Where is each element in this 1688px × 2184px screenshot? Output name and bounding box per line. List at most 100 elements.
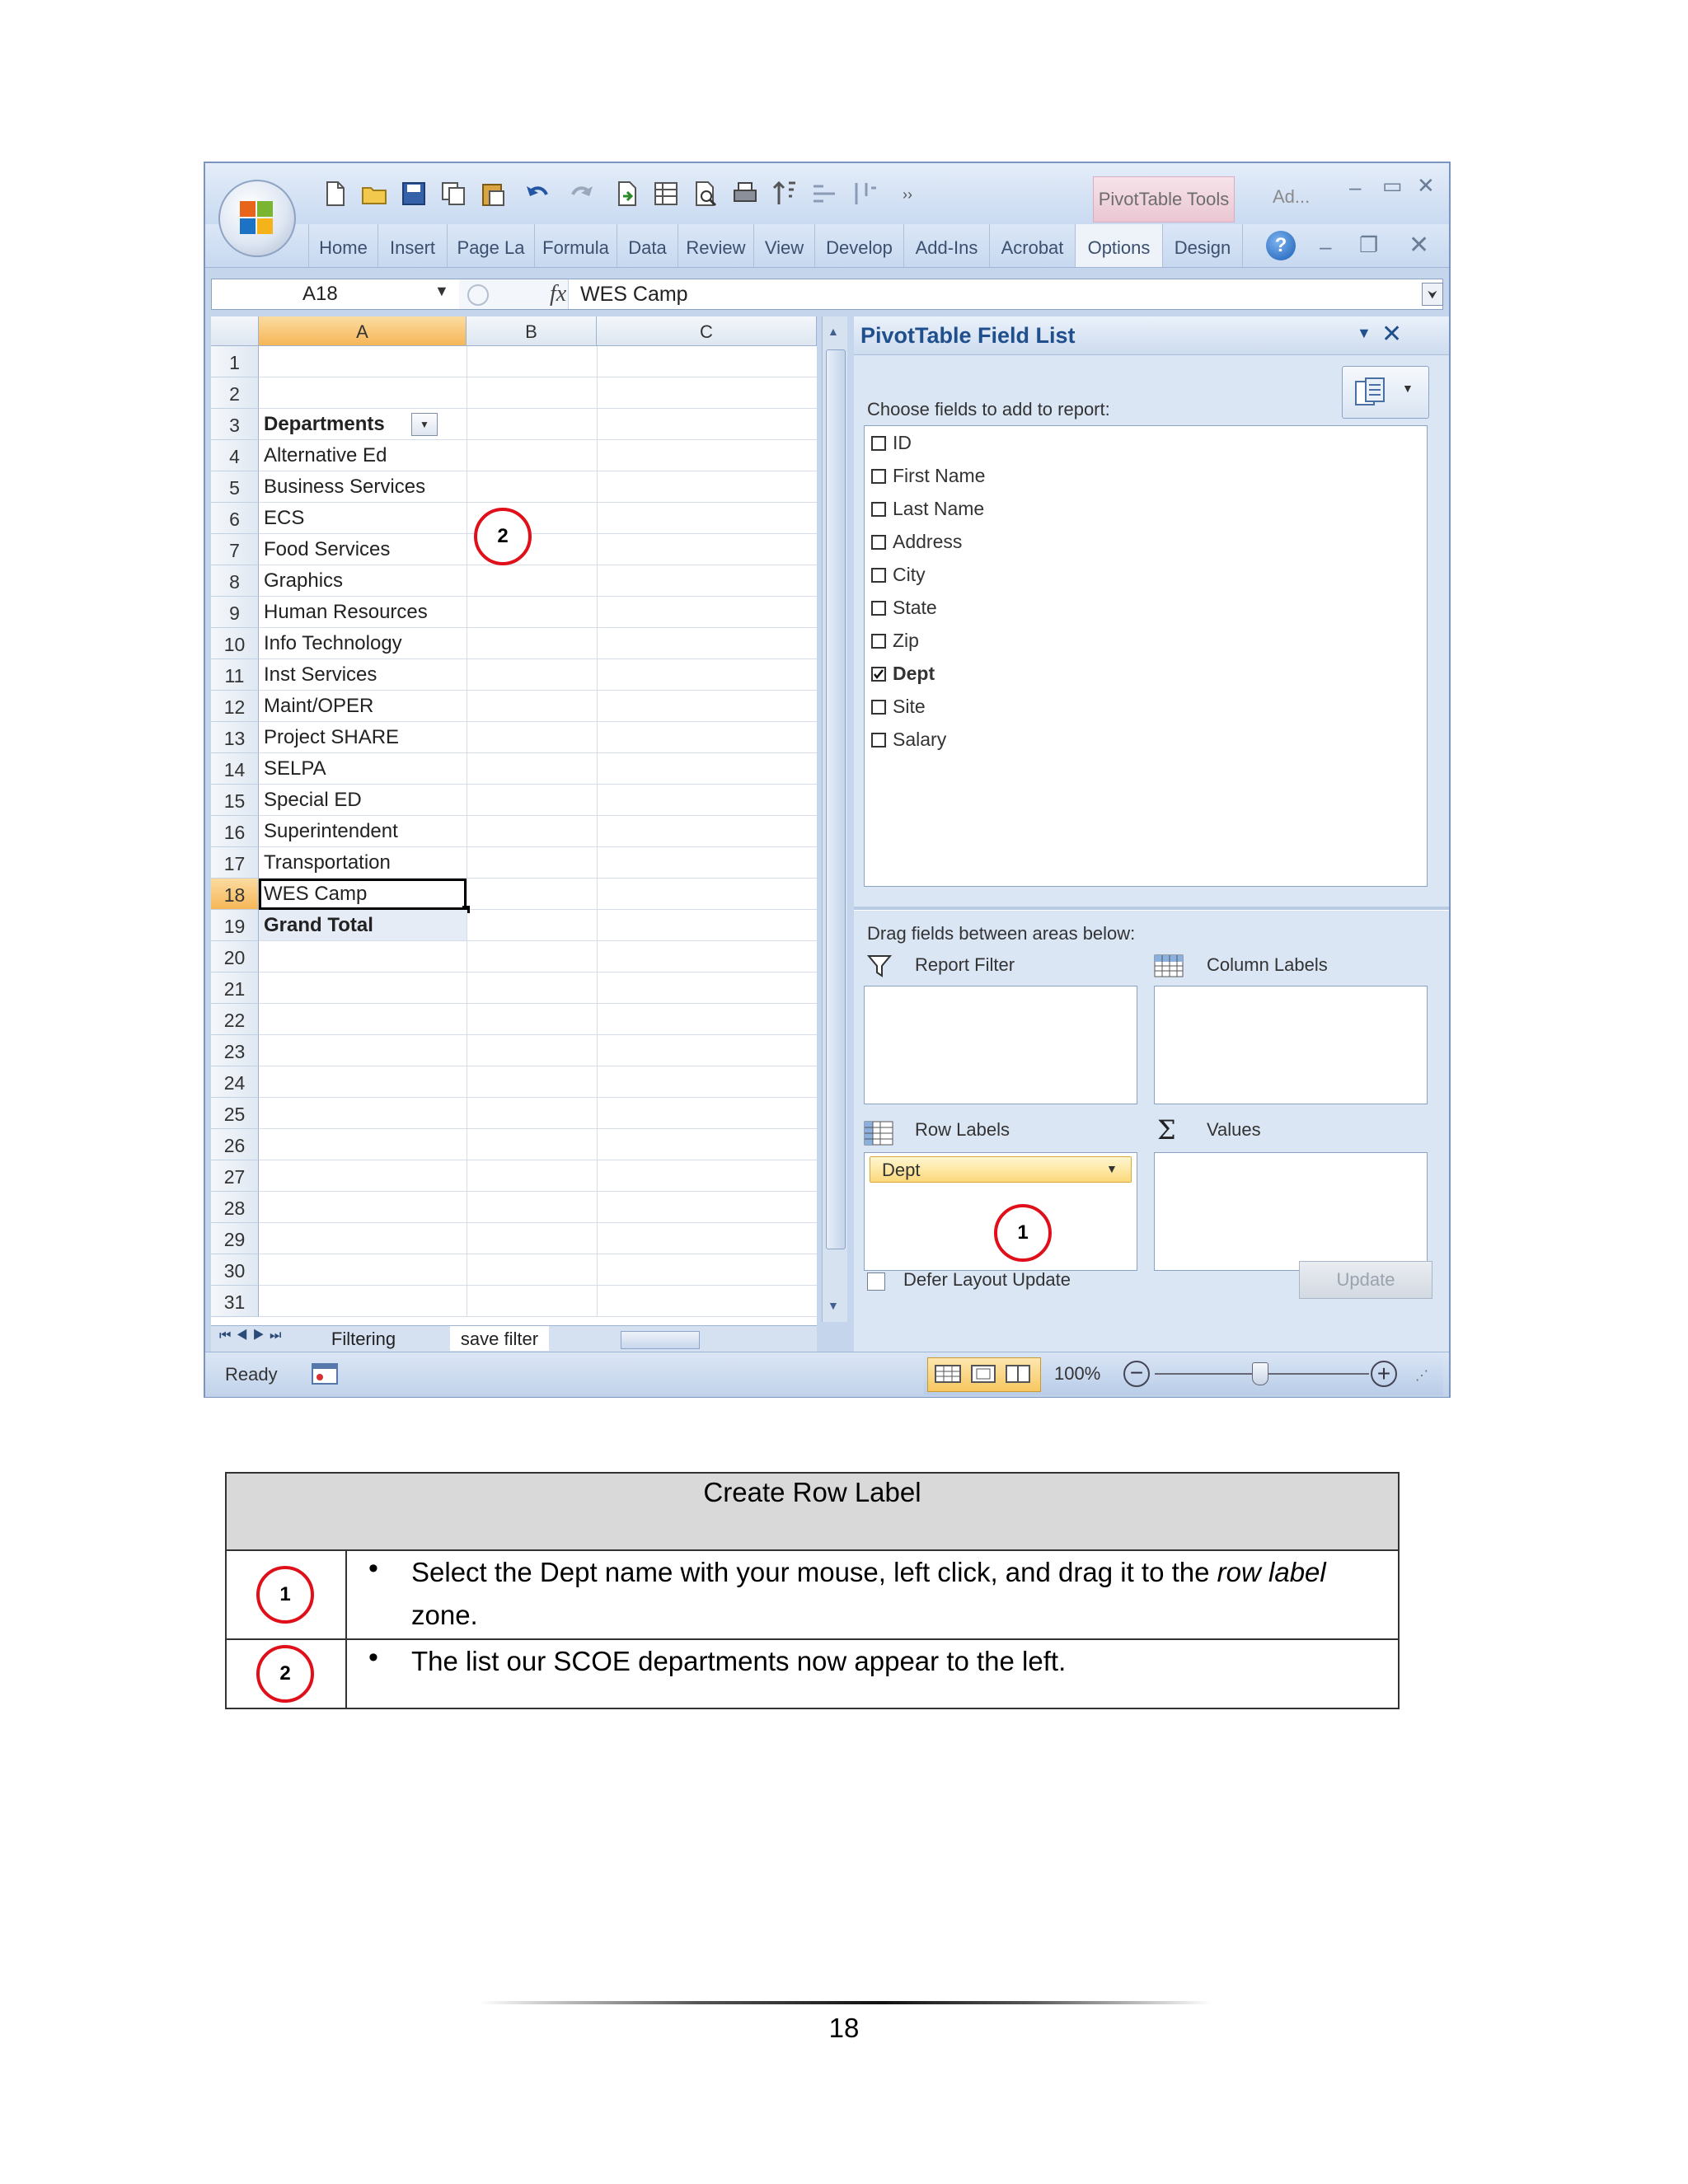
undo-icon[interactable] — [523, 180, 551, 208]
cell-b[interactable] — [467, 597, 598, 627]
cell-a[interactable] — [259, 1035, 467, 1066]
worksheet-grid[interactable]: A B C 1 2 3 Departments ▼ 4 Alternative Ed 5 Bus… — [211, 316, 817, 1330]
row-header[interactable]: 24 — [211, 1066, 259, 1098]
cell-b[interactable] — [467, 1254, 598, 1285]
cell-a[interactable] — [259, 1286, 467, 1316]
row-header[interactable]: 1 — [211, 346, 259, 377]
tab-options[interactable]: Options — [1075, 224, 1162, 267]
checkbox-icon[interactable] — [871, 700, 886, 715]
cell-b[interactable] — [467, 471, 598, 502]
row-header[interactable]: 12 — [211, 691, 259, 722]
cell-b[interactable] — [467, 753, 598, 784]
row-header[interactable]: 19 — [211, 910, 259, 941]
cell-a[interactable] — [259, 1254, 467, 1285]
paste-icon[interactable] — [479, 180, 507, 208]
cell-b[interactable] — [467, 409, 598, 439]
row-header[interactable]: 15 — [211, 785, 259, 816]
scroll-up-icon[interactable]: ▲ — [828, 325, 839, 338]
minimize-icon[interactable]: – — [1349, 175, 1361, 200]
cell-b[interactable] — [467, 1192, 598, 1222]
view-mode-icons[interactable] — [931, 1361, 1036, 1387]
cell-a[interactable]: Inst Services — [259, 659, 467, 690]
zoom-slider-thumb[interactable] — [1252, 1362, 1268, 1385]
row-header[interactable]: 29 — [211, 1223, 259, 1254]
cell-a[interactable]: Business Services — [259, 471, 467, 502]
row-header[interactable]: 16 — [211, 816, 259, 847]
cell-b[interactable] — [467, 377, 598, 408]
cell-b[interactable] — [467, 785, 598, 815]
row-header[interactable]: 8 — [211, 565, 259, 597]
tab-design[interactable]: Design — [1162, 224, 1243, 267]
cell-b[interactable] — [467, 941, 598, 972]
field-layout-button[interactable]: ▼ — [1342, 366, 1429, 419]
cell-b[interactable] — [467, 879, 598, 909]
row-header[interactable]: 10 — [211, 628, 259, 659]
cell-a[interactable]: ECS — [259, 503, 467, 533]
cell-b[interactable] — [467, 847, 598, 878]
help-icon[interactable]: ? — [1266, 231, 1296, 260]
row-header[interactable]: 11 — [211, 659, 259, 691]
row-header[interactable]: 5 — [211, 471, 259, 503]
cell-a[interactable]: Graphics — [259, 565, 467, 596]
row-header[interactable]: 31 — [211, 1286, 259, 1317]
cell-a[interactable] — [259, 1192, 467, 1222]
scroll-down-icon[interactable]: ▼ — [828, 1299, 839, 1312]
print-preview-icon[interactable] — [692, 180, 720, 208]
cell-b[interactable] — [467, 816, 598, 846]
row-header[interactable]: 17 — [211, 847, 259, 879]
report-filter-zone[interactable] — [864, 986, 1137, 1104]
cell-a[interactable]: Transportation — [259, 847, 467, 878]
cell-b[interactable] — [467, 1286, 598, 1316]
column-header-a[interactable]: A — [259, 316, 467, 346]
panel-options-icon[interactable]: ▼ — [1357, 325, 1372, 342]
cell-b[interactable] — [467, 659, 598, 690]
sheet-nav-icons[interactable]: ⏮◀▶⏭ — [219, 1329, 286, 1343]
cell-a[interactable]: Human Resources — [259, 597, 467, 627]
cell-a[interactable] — [259, 377, 467, 408]
sort-icon[interactable] — [771, 180, 799, 208]
resize-grip-icon[interactable]: ⋰ — [1415, 1367, 1428, 1384]
row-header[interactable]: 23 — [211, 1035, 259, 1066]
cell-b[interactable] — [467, 1035, 598, 1066]
tab-acrobat[interactable]: Acrobat — [989, 224, 1075, 267]
cell-b[interactable] — [467, 1004, 598, 1034]
checkbox-icon[interactable] — [871, 436, 886, 451]
tab-page-layout[interactable]: Page La — [447, 224, 534, 267]
ribbon-close-icon[interactable]: ✕ — [1409, 231, 1429, 260]
row-header[interactable]: 6 — [211, 503, 259, 534]
cell-b[interactable] — [467, 972, 598, 1003]
defer-layout-checkbox[interactable] — [867, 1272, 885, 1291]
row-header[interactable]: 3 — [211, 409, 259, 440]
cell-b[interactable] — [467, 1098, 598, 1128]
checked-checkbox-icon[interactable] — [871, 667, 886, 682]
select-all-corner[interactable] — [211, 316, 259, 346]
zoom-in-icon[interactable]: + — [1371, 1361, 1397, 1387]
values-zone[interactable] — [1154, 1152, 1428, 1271]
horizontal-scrollbar[interactable] — [621, 1331, 700, 1349]
row-header[interactable]: 21 — [211, 972, 259, 1004]
row-header[interactable]: 25 — [211, 1098, 259, 1129]
row-header[interactable]: 30 — [211, 1254, 259, 1286]
checkbox-icon[interactable] — [871, 502, 886, 517]
cell-a[interactable]: Maint/OPER — [259, 691, 467, 721]
save-icon[interactable] — [400, 180, 428, 208]
checkbox-icon[interactable] — [871, 568, 886, 583]
row-header[interactable]: 4 — [211, 440, 259, 471]
pivot-table-tools-tab[interactable]: PivotTable Tools — [1093, 176, 1235, 223]
row-header[interactable]: 28 — [211, 1192, 259, 1223]
checkbox-icon[interactable] — [871, 733, 886, 748]
filter-dropdown-icon[interactable]: ▼ — [411, 413, 438, 436]
cell-a[interactable]: SELPA — [259, 753, 467, 784]
tab-add-ins[interactable]: Add-Ins — [903, 224, 989, 267]
layout-icon[interactable] — [652, 180, 680, 208]
macro-record-icon[interactable] — [311, 1361, 340, 1387]
name-box-dropdown-icon[interactable]: ▼ — [434, 283, 449, 300]
cell-a[interactable] — [259, 1129, 467, 1160]
export-icon[interactable] — [612, 180, 640, 208]
cell-a[interactable]: Grand Total — [259, 910, 467, 940]
tab-view[interactable]: View — [753, 224, 814, 267]
tab-formulas[interactable]: Formula — [534, 224, 617, 267]
new-document-icon[interactable] — [321, 180, 349, 208]
cell-b[interactable] — [467, 628, 598, 658]
cell-b[interactable] — [467, 565, 598, 596]
